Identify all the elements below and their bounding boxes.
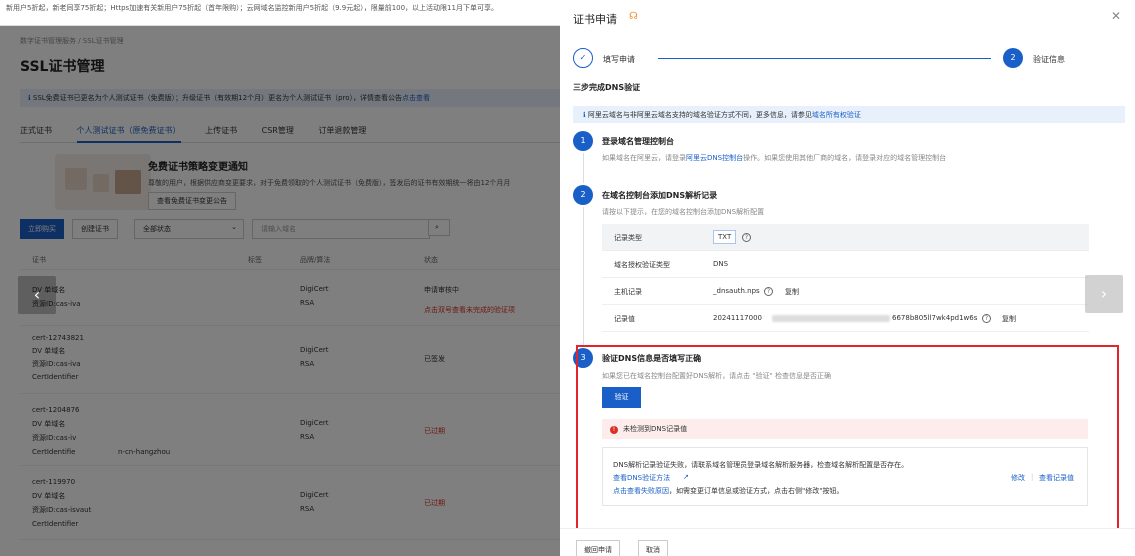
step-2-label: 验证信息 (1033, 55, 1065, 64)
error-detail: DNS解析记录验证失败，请联系域名管理员登录域名解析服务器，检查域名解析配置是否… (602, 447, 1088, 506)
chevron-right-icon[interactable]: › (1085, 275, 1123, 313)
view-record-button[interactable]: 查看记录值 (1039, 473, 1074, 483)
chevron-left-icon[interactable]: ‹ (18, 276, 56, 314)
step-2-number: 2 (1003, 48, 1023, 68)
external-link-icon[interactable]: ↗ (683, 473, 689, 481)
fail-reason-link[interactable]: 点击查看失败原因 (613, 487, 669, 495)
step-1-label: 填写申请 (603, 55, 635, 64)
redacted-value (772, 315, 890, 322)
step-badge-1: 1 (573, 131, 593, 151)
headset-icon[interactable]: ☊ (629, 11, 641, 23)
dns-method-link[interactable]: 查看DNS验证方法 (613, 473, 670, 483)
record-type-value: TXT (713, 230, 737, 244)
info-bar: ℹ 阿里云域名与非阿里云域名支持的域名验证方式不同，更多信息，请参见域名所有权验… (573, 106, 1125, 123)
record-row-host: 主机记录 _dnsauth.nps ? 复制 (602, 278, 1089, 305)
record-row-type: 记录类型 TXT ? (602, 224, 1089, 251)
record-row-value: 记录值 20241117000 6678b805ll7wk4pd1w6s ? 复… (602, 305, 1089, 332)
step-indicator: ✓ 填写申请 2 验证信息 (573, 48, 1113, 68)
host-value: _dnsauth.nps (713, 287, 760, 295)
verify-button[interactable]: 验证 (602, 387, 641, 408)
step-badge-2: 2 (573, 185, 593, 205)
help-icon[interactable]: ? (764, 287, 773, 296)
modify-button[interactable]: 修改 (1011, 473, 1025, 483)
withdraw-button[interactable]: 撤回申请 (576, 540, 620, 556)
dns-record-table: 记录类型 TXT ? 域名授权验证类型 DNS 主机记录 _dnsauth.np… (602, 224, 1089, 332)
step-1-desc: 如果域名在阿里云，请登录阿里云DNS控制台操作。如果您使用其他厂商的域名，请登录… (602, 154, 947, 162)
copy-host-button[interactable]: 复制 (785, 287, 799, 297)
divider: | (1031, 473, 1034, 481)
cancel-button[interactable]: 取消 (638, 540, 668, 556)
error-line-1: DNS解析记录验证失败，请联系域名管理员登录域名解析服务器，检查域名解析配置是否… (613, 461, 909, 469)
error-line-2: 点击查看失败原因，如需变更订单信息或验证方式，点击右侧"修改"按钮。 (613, 487, 844, 495)
help-icon[interactable]: ? (982, 314, 991, 323)
highlight-frame (576, 345, 1119, 536)
error-icon: ! (610, 426, 618, 434)
ownership-link[interactable]: 域名所有权验证 (812, 111, 861, 119)
copy-value-button[interactable]: 复制 (1002, 314, 1016, 324)
value-label: 记录值 (614, 315, 635, 323)
step-line (583, 153, 584, 183)
auth-type-value: DNS (713, 260, 729, 268)
step-line (583, 207, 584, 347)
error-title: 未检测到DNS记录值 (623, 425, 688, 433)
step-connector (658, 58, 991, 59)
drawer-footer: 撤回申请 取消 (560, 528, 1135, 556)
info-text: 阿里云域名与非阿里云域名支持的域名验证方式不同，更多信息，请参见 (587, 111, 812, 119)
check-icon: ✓ (573, 48, 593, 68)
section-title: 三步完成DNS验证 (573, 83, 641, 92)
modal-mask[interactable] (0, 26, 560, 556)
auth-type-label: 域名授权验证类型 (614, 261, 670, 269)
step-2-title: 在域名控制台添加DNS解析记录 (602, 191, 718, 200)
dns-console-link[interactable]: 阿里云DNS控制台 (686, 154, 743, 162)
help-icon[interactable]: ? (742, 233, 751, 242)
host-label: 主机记录 (614, 288, 642, 296)
step-1-title: 登录域名管理控制台 (602, 137, 674, 146)
value-suffix: 6678b805ll7wk4pd1w6s (892, 314, 978, 322)
record-row-auth: 域名授权验证类型 DNS (602, 251, 1089, 278)
error-alert: ! 未检测到DNS记录值 (602, 419, 1088, 439)
value-prefix: 20241117000 (713, 314, 762, 322)
record-type-label: 记录类型 (614, 234, 642, 242)
step-2-desc: 请按以下提示，在您的域名控制台添加DNS解析配置 (602, 208, 765, 216)
drawer-title: 证书申请 (573, 13, 617, 26)
close-icon[interactable]: ✕ (1111, 9, 1121, 23)
